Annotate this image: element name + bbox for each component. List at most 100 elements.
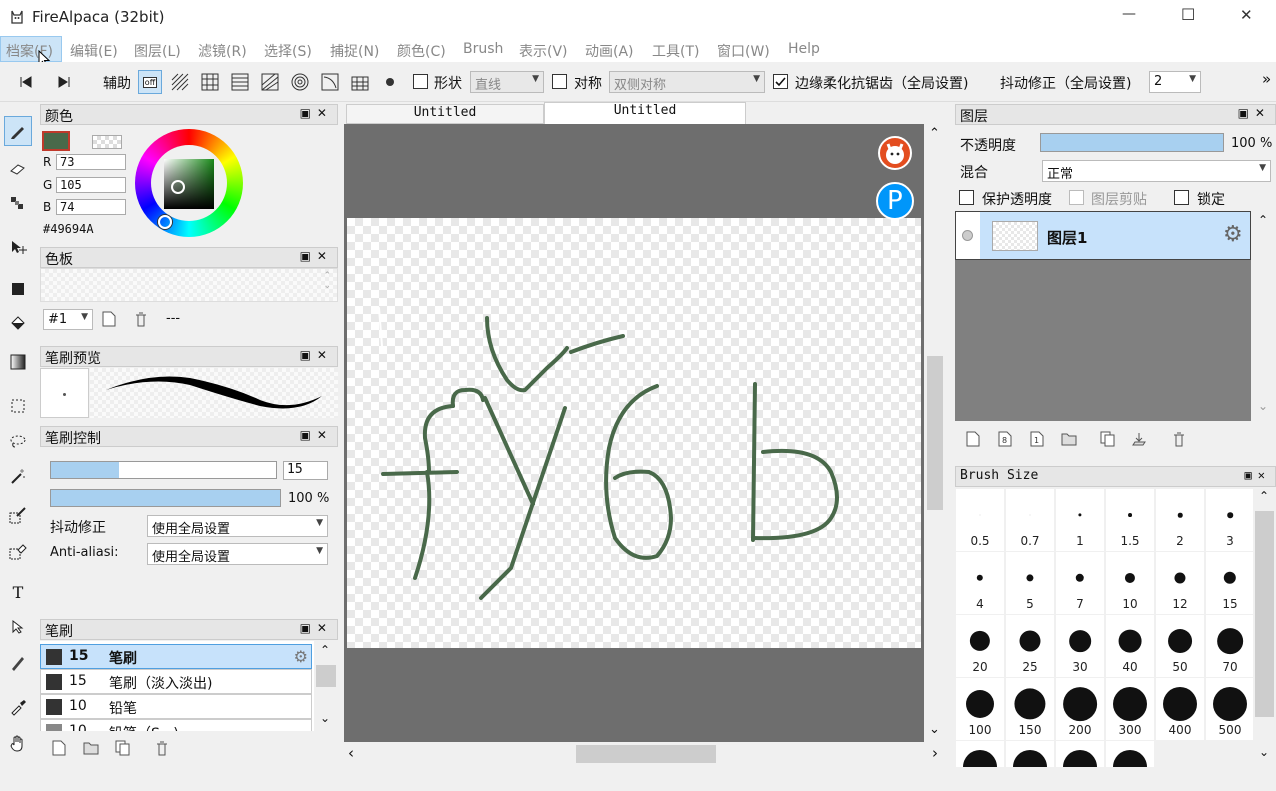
move-tool-icon[interactable] [4,232,32,262]
panel-controls-icon[interactable]: ▣✕ [300,348,333,362]
brush-item-selected[interactable]: 15 笔刷 ⚙ [40,644,312,669]
sv-cursor[interactable] [171,180,185,194]
layer-list-scrollbar[interactable]: ⌃ ⌄ [1251,211,1276,421]
brush-item[interactable]: 15 笔刷（淡入淡出) [40,669,312,694]
minimize-button[interactable]: — [1122,6,1136,22]
brush-size-cell[interactable]: 300 [1106,678,1154,740]
menu-item-help[interactable]: Help [788,41,820,57]
g-input[interactable]: 105 [56,177,126,193]
snap-perspective-icon[interactable] [258,70,282,94]
snap-parallel-icon[interactable] [168,70,192,94]
selection-eraser-icon[interactable] [4,536,32,566]
scroll-thumb[interactable] [576,745,716,763]
snap-concentric-icon[interactable] [288,70,312,94]
new-8bit-layer-icon[interactable]: 8 [998,431,1012,451]
brush-list-scrollbar[interactable]: ⌃ ⌄ [314,641,338,731]
brush-size-cell[interactable]: 40 [1106,615,1154,677]
brush-size-slider[interactable] [50,461,277,479]
r-input[interactable]: 73 [56,154,126,170]
magic-wand-icon[interactable] [4,462,32,492]
chevron-right-icon[interactable]: › [932,744,938,762]
tab-untitled-1[interactable]: Untitled [346,104,544,124]
menu-item-snap[interactable]: 捕捉(N) [330,41,379,61]
shape-select[interactable]: 直线 ▼ [470,71,544,93]
brush-size-input[interactable]: 15 [283,461,328,480]
snap-grid-icon[interactable] [198,70,222,94]
menu-item-layer[interactable]: 图层(L) [134,41,181,61]
brush-size-cell[interactable]: 0.7 [1006,489,1054,551]
layer-row[interactable]: 图层1 ⚙ [955,211,1251,260]
scroll-thumb[interactable] [316,665,336,687]
select-tool-icon[interactable] [4,391,32,421]
brush-size-cell[interactable]: 15 [1206,552,1253,614]
brush-size-cell[interactable]: 70 [1206,615,1253,677]
chevron-left-icon[interactable]: ‹ [348,744,354,762]
chevron-up-icon[interactable]: ⌃ [1259,489,1269,503]
brush-size-cell[interactable]: 5 [1006,552,1054,614]
menu-item-select[interactable]: 选择(S) [264,41,312,61]
brush-size-cell[interactable]: 500 [1206,678,1253,740]
brush-size-cell[interactable]: 150 [1006,678,1054,740]
antialias-checkbox[interactable] [773,74,788,89]
snap-3d-icon[interactable] [348,70,372,94]
brush-opacity-slider[interactable] [50,489,281,507]
lock-checkbox[interactable] [1174,190,1189,205]
chevron-up-icon[interactable]: ⌃ [320,643,330,657]
brush-size-cell[interactable] [1056,741,1104,767]
merge-layer-icon[interactable] [1131,431,1147,451]
drawing-canvas[interactable] [347,218,921,648]
next-frame-icon[interactable] [52,70,76,94]
canvas-vertical-scrollbar[interactable]: ⌃ ⌄ [924,124,946,742]
panel-controls-icon[interactable]: ▣✕ [300,249,333,263]
prev-frame-icon[interactable] [14,70,38,94]
lasso-tool-icon[interactable] [4,426,32,456]
selection-pen-icon[interactable] [4,500,32,530]
chevron-down-icon[interactable]: ⌄ [320,711,330,725]
brush-size-cell[interactable] [1106,741,1154,767]
menu-item-filter[interactable]: 滤镜(R) [198,41,247,61]
delete-layer-icon[interactable] [1172,431,1186,451]
gear-icon[interactable]: ⚙ [294,647,308,666]
new-palette-icon[interactable] [102,311,116,331]
snap-horizontal-icon[interactable] [228,70,252,94]
snap-curve-icon[interactable] [318,70,342,94]
brush-size-cell[interactable]: 2 [1156,489,1204,551]
gradient-tool-icon[interactable] [4,347,32,377]
clipping-checkbox[interactable] [1069,190,1084,205]
tab-untitled-2[interactable]: Untitled [544,102,746,124]
duplicate-icon[interactable] [115,740,131,760]
primary-color-swatch[interactable] [42,131,70,151]
brush-size-scrollbar[interactable]: ⌃ ⌄ [1253,487,1276,767]
brush-antialias-select[interactable]: 使用全局设置 ▼ [147,543,328,565]
chevron-up-icon[interactable]: ⌃ [1258,213,1268,227]
brush-size-cell[interactable]: 100 [956,678,1004,740]
hue-ring[interactable] [135,129,243,237]
brush-size-cell[interactable] [1006,741,1054,767]
pixiv-icon[interactable]: P [876,182,914,220]
trash-icon[interactable] [155,740,169,760]
divide-tool-icon[interactable] [4,648,32,678]
shape-checkbox[interactable] [413,74,428,89]
new-layer-icon[interactable] [966,431,980,451]
chevron-down-icon[interactable]: ⌄ [1259,745,1269,759]
panel-controls-icon[interactable]: ▣✕ [1245,468,1271,482]
brush-size-cell[interactable]: 10 [1106,552,1154,614]
panel-controls-icon[interactable]: ▣✕ [300,428,333,442]
symmetry-checkbox[interactable] [552,74,567,89]
brush-item[interactable]: 10 铅笔 [40,694,312,719]
brush-size-cell[interactable]: 50 [1156,615,1204,677]
bucket-tool-icon[interactable] [4,309,32,339]
chevron-up-icon[interactable]: ⌃ [929,126,940,141]
layer-folder-icon[interactable] [1061,432,1077,450]
panel-controls-icon[interactable]: ▣✕ [1238,106,1271,120]
new-brush-icon[interactable] [52,740,66,760]
secondary-color-swatch[interactable] [92,135,122,149]
panel-controls-icon[interactable]: ▣✕ [300,106,333,120]
menu-item-color[interactable]: 颜色(C) [397,41,446,61]
chevron-down-icon[interactable]: ⌄ [1258,399,1268,413]
brush-size-cell[interactable]: 3 [1206,489,1253,551]
brush-size-cell[interactable]: 1 [1056,489,1104,551]
palette-slot-select[interactable]: #1 ▼ [43,309,93,330]
brush-size-cell[interactable]: 0.5 [956,489,1004,551]
brush-item[interactable]: 10 铅笔（S...) [40,719,312,731]
